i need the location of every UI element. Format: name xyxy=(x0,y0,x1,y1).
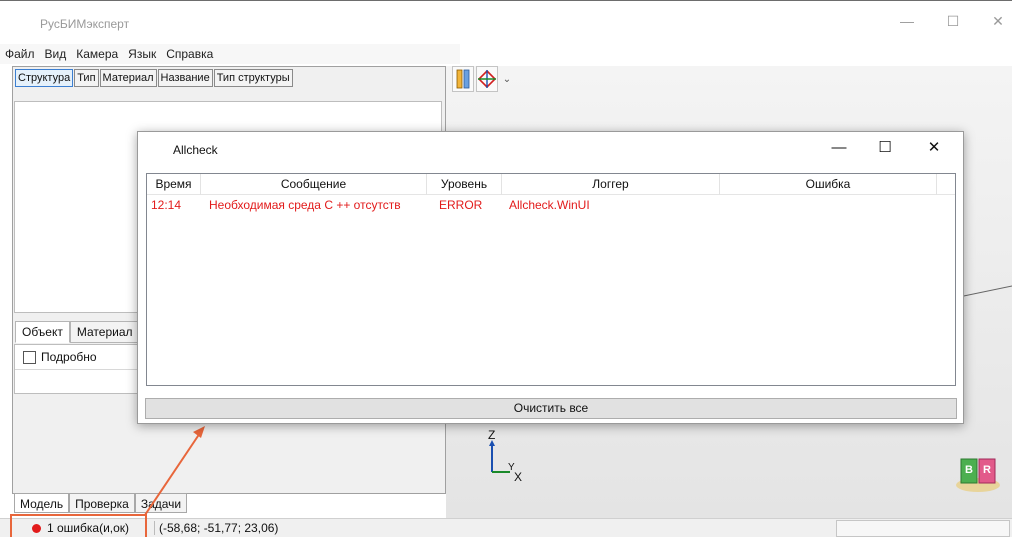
log-table[interactable]: Время Сообщение Уровень Логгер Ошибка 12… xyxy=(146,173,956,386)
navigation-tool-button[interactable] xyxy=(476,66,498,92)
column-level[interactable]: Уровень xyxy=(427,174,502,195)
dialog-minimize-button[interactable]: — xyxy=(827,138,851,158)
clear-all-button[interactable]: Очистить все xyxy=(145,398,957,419)
tab-type[interactable]: Тип xyxy=(74,69,99,87)
menu-language[interactable]: Язык xyxy=(123,44,161,61)
orbit-icon xyxy=(477,69,497,89)
tab-model[interactable]: Модель xyxy=(14,493,70,513)
tab-check[interactable]: Проверка xyxy=(69,493,135,513)
object-tabs: Объект Материал xyxy=(15,321,140,343)
ruler-pencil-icon xyxy=(456,69,470,89)
tab-object[interactable]: Объект xyxy=(15,321,70,343)
annotation-highlight xyxy=(10,514,147,537)
detail-checkbox-label: Подробно xyxy=(41,350,97,364)
axis-indicator: Z Y X xyxy=(480,428,523,488)
status-right-field xyxy=(836,520,1010,537)
cursor-coordinates: (-58,68; -51,77; 23,06) xyxy=(154,521,278,535)
row-message: Необходимая среда C ++ отсутств xyxy=(209,198,401,212)
detail-checkbox[interactable] xyxy=(23,351,36,364)
tab-material[interactable]: Материал xyxy=(99,69,157,87)
structure-tabs: Структура Тип Материал Название Тип стру… xyxy=(15,69,293,89)
menu-help[interactable]: Справка xyxy=(161,44,218,61)
menu-bar: Файл Вид Камера Язык Справка xyxy=(0,44,460,64)
app-title: РусБИМэксперт xyxy=(40,17,130,31)
cube-face-r: R xyxy=(983,464,991,476)
row-logger: Allcheck.WinUI xyxy=(509,198,590,212)
viewport-toolbar: ⌄ xyxy=(452,66,514,92)
status-bar: 1 ошибка(и,ок) (-58,68; -51,77; 23,06) xyxy=(0,518,1012,537)
tab-structure[interactable]: Структура xyxy=(15,69,74,87)
tab-object-material[interactable]: Материал xyxy=(69,321,140,343)
close-button[interactable]: ✕ xyxy=(988,11,1008,31)
table-row[interactable]: 12:14 Необходимая среда C ++ отсутств ER… xyxy=(147,198,955,216)
view-cube[interactable]: B R xyxy=(955,455,1001,493)
title-bar: РусБИМэксперт — ☐ ✕ xyxy=(0,0,1012,40)
axis-x-label: X xyxy=(514,470,523,484)
column-message[interactable]: Сообщение xyxy=(201,174,427,195)
log-table-header: Время Сообщение Уровень Логгер Ошибка xyxy=(147,174,955,195)
row-time: 12:14 xyxy=(151,198,182,212)
column-logger[interactable]: Логгер xyxy=(502,174,720,195)
measure-tool-button[interactable] xyxy=(452,66,474,92)
tab-structure-type[interactable]: Тип структуры xyxy=(213,69,293,87)
axis-z-label: Z xyxy=(488,428,496,442)
menu-view[interactable]: Вид xyxy=(40,44,72,61)
minimize-button[interactable]: — xyxy=(897,11,917,31)
allcheck-dialog: Allcheck — ☐ ✕ Время Сообщение Уровень Л… xyxy=(137,131,964,424)
dialog-title: Allcheck xyxy=(173,143,218,157)
view-cube-icon xyxy=(956,458,1000,492)
chevron-down-icon[interactable]: ⌄ xyxy=(500,66,514,92)
column-time[interactable]: Время xyxy=(147,174,201,195)
dialog-close-button[interactable]: ✕ xyxy=(922,138,946,158)
menu-camera[interactable]: Камера xyxy=(71,44,123,61)
cube-face-b: B xyxy=(965,464,973,476)
tab-name[interactable]: Название xyxy=(157,69,213,87)
bottom-tabs: Модель Проверка Задачи xyxy=(14,493,188,513)
row-level: ERROR xyxy=(439,198,483,212)
column-error[interactable]: Ошибка xyxy=(720,174,937,195)
dialog-maximize-button[interactable]: ☐ xyxy=(873,138,897,158)
tab-tasks[interactable]: Задачи xyxy=(134,493,188,513)
menu-file[interactable]: Файл xyxy=(0,44,40,61)
maximize-button[interactable]: ☐ xyxy=(943,11,963,31)
